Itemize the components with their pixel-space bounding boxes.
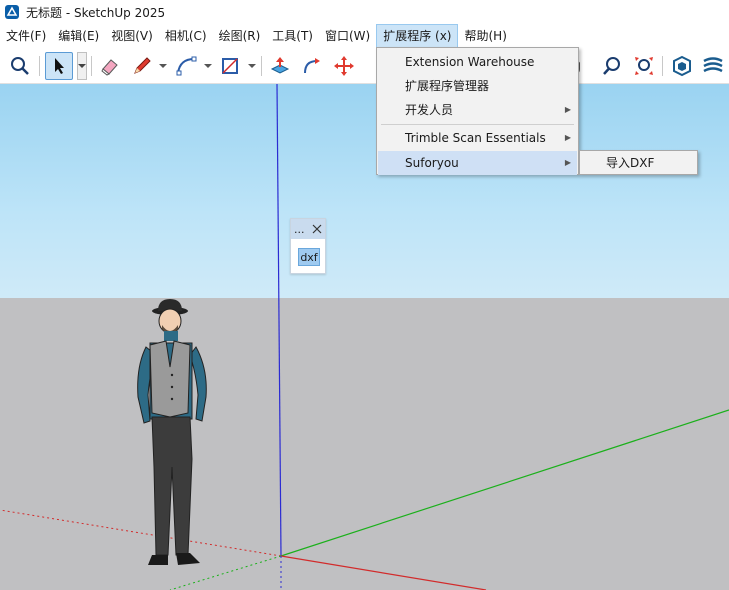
menu-item-import-dxf[interactable]: 导入DXF [581,151,696,175]
layers-icon[interactable] [699,52,727,80]
menu-bar: 文件(F) 编辑(E) 视图(V) 相机(C) 绘图(R) 工具(T) 窗口(W… [0,24,729,48]
window-title: 无标题 - SketchUp 2025 [26,5,166,20]
menu-file[interactable]: 文件(F) [0,24,52,48]
chevron-down-icon[interactable] [247,60,257,72]
chevron-right-icon: ▶ [564,133,571,142]
zoom-icon[interactable] [598,52,626,80]
eraser-icon[interactable] [96,52,124,80]
extensions-menu: Extension Warehouse 扩展程序管理器 开发人员 ▶ Trimb… [376,47,579,175]
menu-window[interactable]: 窗口(W) [319,24,376,48]
menu-item-developer[interactable]: 开发人员 ▶ [378,98,577,122]
menu-item-label: 扩展程序管理器 [405,79,490,93]
select-arrow-icon[interactable] [45,52,73,80]
menu-item-label: 开发人员 [405,103,454,117]
close-icon[interactable] [312,224,322,234]
title-bar: 无标题 - SketchUp 2025 [0,0,729,24]
menu-item-label: Suforyou [405,156,459,170]
chevron-right-icon: ▶ [564,158,571,167]
menu-camera[interactable]: 相机(C) [159,24,213,48]
menu-draw[interactable]: 绘图(R) [213,24,267,48]
menu-item-label: 导入DXF [606,156,655,170]
dxf-import-button[interactable]: dxf [298,248,320,266]
menu-item-extension-manager[interactable]: 扩展程序管理器 [378,74,577,98]
chevron-down-icon[interactable] [158,60,168,72]
menu-edit[interactable]: 编辑(E) [52,24,105,48]
floating-toolbar-title: ... [294,222,305,236]
suforyou-submenu: 导入DXF [579,150,698,175]
menu-help[interactable]: 帮助(H) [458,24,512,48]
menu-view[interactable]: 视图(V) [105,24,159,48]
floating-toolbar-header[interactable]: ... [291,219,325,239]
menu-separator [381,124,574,125]
menu-tools[interactable]: 工具(T) [266,24,319,48]
menu-item-label: Extension Warehouse [405,55,535,69]
menu-item-label: Trimble Scan Essentials [405,131,546,145]
suforyou-toolbar: ... dxf [290,218,326,274]
extension-warehouse-icon[interactable] [668,52,696,80]
menu-item-extension-warehouse[interactable]: Extension Warehouse [378,50,577,74]
move-icon[interactable] [330,52,358,80]
menu-item-suforyou[interactable]: Suforyou ▶ [378,151,577,175]
menu-extensions[interactable]: 扩展程序 (x) [376,24,459,48]
pencil-icon[interactable] [128,52,156,80]
zoom-extents-icon[interactable] [630,52,658,80]
push-pull-icon[interactable] [266,52,294,80]
person-figure [137,299,207,565]
chevron-right-icon: ▶ [564,105,571,114]
search-icon[interactable] [6,52,34,80]
arc-icon[interactable] [172,52,200,80]
chevron-down-icon[interactable] [203,60,213,72]
follow-me-icon[interactable] [298,52,326,80]
menu-item-trimble-scan-essentials[interactable]: Trimble Scan Essentials ▶ [378,126,577,150]
main-toolbar [0,48,729,84]
sketchup-logo-icon [5,5,19,19]
chevron-down-icon[interactable] [77,52,87,80]
rectangle-icon[interactable] [216,52,244,80]
